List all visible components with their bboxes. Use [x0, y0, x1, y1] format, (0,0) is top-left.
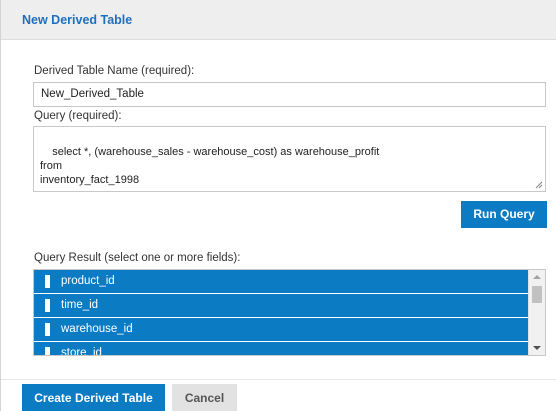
list-item[interactable]: time_id	[34, 294, 529, 318]
list-item-label: time_id	[61, 299, 99, 311]
list-item-label: store_id	[61, 347, 102, 356]
result-scrollbar[interactable]	[528, 270, 545, 355]
list-item[interactable]: warehouse_id	[34, 318, 529, 342]
query-label: Query (required):	[34, 110, 122, 122]
create-derived-table-button[interactable]: Create Derived Table	[22, 384, 165, 411]
cancel-button[interactable]: Cancel	[172, 384, 237, 411]
list-item[interactable]: store_id	[34, 342, 529, 356]
query-text: select *, (warehouse_sales - warehouse_c…	[40, 146, 380, 186]
query-result-label: Query Result (select one or more fields)…	[34, 252, 241, 264]
field-icon	[45, 347, 50, 355]
field-icon	[45, 275, 50, 288]
scroll-thumb[interactable]	[532, 286, 542, 303]
field-icon	[45, 299, 50, 312]
list-item-label: warehouse_id	[61, 323, 133, 335]
new-derived-table-dialog: New Derived Table Derived Table Name (re…	[0, 0, 556, 411]
dialog-title: New Derived Table	[22, 13, 133, 27]
scroll-up-icon[interactable]	[533, 275, 541, 279]
resize-grip-icon[interactable]	[535, 181, 543, 189]
name-label: Derived Table Name (required):	[34, 65, 195, 77]
query-result-list[interactable]: product_id time_id warehouse_id store_id	[33, 269, 546, 356]
field-icon	[45, 323, 50, 336]
list-item[interactable]: product_id	[34, 270, 529, 294]
derived-table-name-input[interactable]: New_Derived_Table	[33, 82, 546, 107]
dialog-titlebar: New Derived Table	[1, 0, 556, 40]
result-items-container: product_id time_id warehouse_id store_id	[34, 270, 529, 356]
scroll-down-icon[interactable]	[533, 346, 541, 350]
query-textarea[interactable]: select *, (warehouse_sales - warehouse_c…	[33, 126, 546, 192]
run-query-button[interactable]: Run Query	[461, 201, 547, 228]
list-item-label: product_id	[61, 275, 115, 287]
